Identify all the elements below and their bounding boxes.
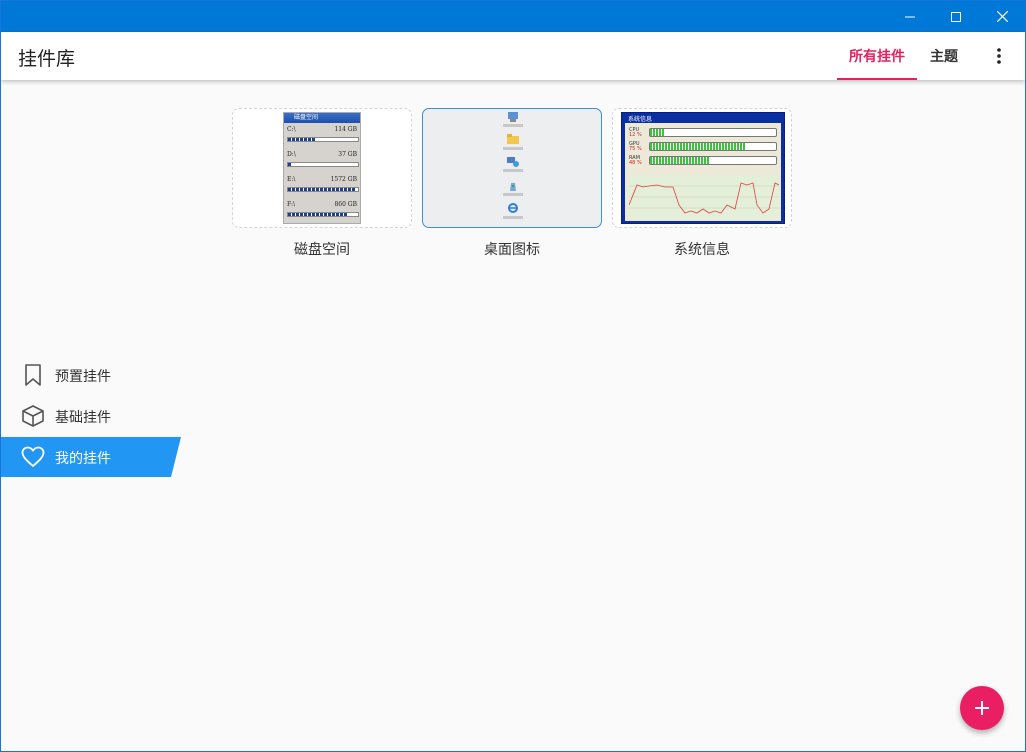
drive-usage-bar (287, 137, 359, 142)
widget-label: 桌面图标 (484, 242, 540, 258)
drive-usage-bar (287, 212, 359, 217)
widget-label: 磁盘空间 (294, 242, 350, 258)
widget-card-system-info[interactable]: 系统信息 CPU 12 % GPU 75 % RAM 48 % (612, 108, 792, 228)
icon-caption (503, 147, 523, 150)
drive-name: C:\ (287, 126, 296, 133)
metric-value: 75 % (629, 146, 642, 152)
preview-title: 系统信息 (628, 116, 653, 123)
gpu-row: GPU 75 % (629, 142, 779, 152)
metric-bar (649, 142, 777, 151)
tab-label: 主题 (930, 49, 958, 65)
metric-bar (649, 128, 777, 137)
cube-icon (22, 405, 44, 427)
minimize-icon (905, 16, 915, 17)
tab-all-widgets[interactable]: 所有挂件 (837, 32, 917, 80)
metric-value: 12 % (629, 132, 642, 138)
minimize-button[interactable] (887, 1, 933, 32)
maximize-icon (951, 11, 961, 22)
title-bar[interactable] (1, 1, 1025, 32)
sidebar-item-label: 基础挂件 (55, 410, 111, 426)
drive-row: E:\ 1572 GB (284, 173, 360, 198)
icon-caption (503, 124, 523, 127)
icon-caption (503, 169, 523, 172)
sidebar-item-preset-widgets[interactable]: 预置挂件 (1, 355, 181, 395)
sidebar-item-basic-widgets[interactable]: 基础挂件 (1, 396, 181, 436)
maximize-button[interactable] (933, 1, 979, 32)
drive-name: F:\ (287, 201, 295, 208)
drive-size: 860 GB (334, 201, 357, 208)
drive-name: E:\ (287, 176, 296, 183)
drive-usage-bar (287, 162, 359, 167)
drive-row: D:\ 37 GB (284, 148, 360, 173)
computer-icon (508, 112, 518, 122)
close-button[interactable] (979, 1, 1025, 32)
app-bar: 挂件库 所有挂件 主题 (1, 32, 1025, 80)
preview-title: 磁盘空间 (284, 113, 360, 123)
metric-bar (649, 156, 777, 165)
sidebar-item-my-widgets[interactable]: 我的挂件 (1, 437, 181, 477)
widget-card-desktop-icons[interactable] (422, 108, 602, 228)
plus-icon (975, 701, 989, 715)
app-title: 挂件库 (18, 48, 76, 70)
recycle-icon (510, 183, 516, 191)
icon-caption (503, 193, 523, 196)
drive-name: D:\ (287, 151, 296, 158)
metric-value: 48 % (629, 160, 642, 166)
widget-label: 系统信息 (674, 242, 730, 258)
heart-icon (21, 446, 45, 467)
disk-space-preview: 磁盘空间 C:\ 114 GB D:\ 37 GB E:\ 1572 GB F:… (283, 112, 361, 224)
sidebar-item-label: 预置挂件 (55, 369, 111, 385)
cpu-row: CPU 12 % (629, 128, 779, 138)
system-info-preview: 系统信息 CPU 12 % GPU 75 % RAM 48 % (621, 112, 785, 224)
drive-row: F:\ 860 GB (284, 198, 360, 223)
drive-size: 37 GB (338, 151, 357, 158)
more-menu-button[interactable] (985, 42, 1013, 70)
tab-label: 所有挂件 (849, 49, 905, 65)
add-widget-button[interactable] (960, 686, 1004, 730)
ram-row: RAM 48 % (629, 156, 779, 166)
folder-icon (507, 134, 519, 144)
drive-size: 114 GB (334, 126, 357, 133)
app-window: 挂件库 所有挂件 主题 磁盘空间 C:\ 114 GB D:\ 37 GB E:… (0, 0, 1026, 752)
icon-caption (503, 216, 523, 219)
sidebar-item-label: 我的挂件 (55, 451, 111, 467)
drive-usage-bar (287, 187, 359, 192)
usage-graph (629, 175, 779, 219)
close-icon (996, 11, 1008, 22)
tab-themes[interactable]: 主题 (920, 32, 968, 80)
network-icon (507, 157, 519, 167)
more-vertical-icon (997, 48, 1001, 64)
drive-row: C:\ 114 GB (284, 123, 360, 148)
tab-indicator (837, 78, 917, 80)
widget-card-disk-space[interactable]: 磁盘空间 C:\ 114 GB D:\ 37 GB E:\ 1572 GB F:… (232, 108, 412, 228)
ie-icon (508, 203, 518, 213)
bookmark-icon (25, 364, 41, 386)
drive-size: 1572 GB (330, 176, 357, 183)
